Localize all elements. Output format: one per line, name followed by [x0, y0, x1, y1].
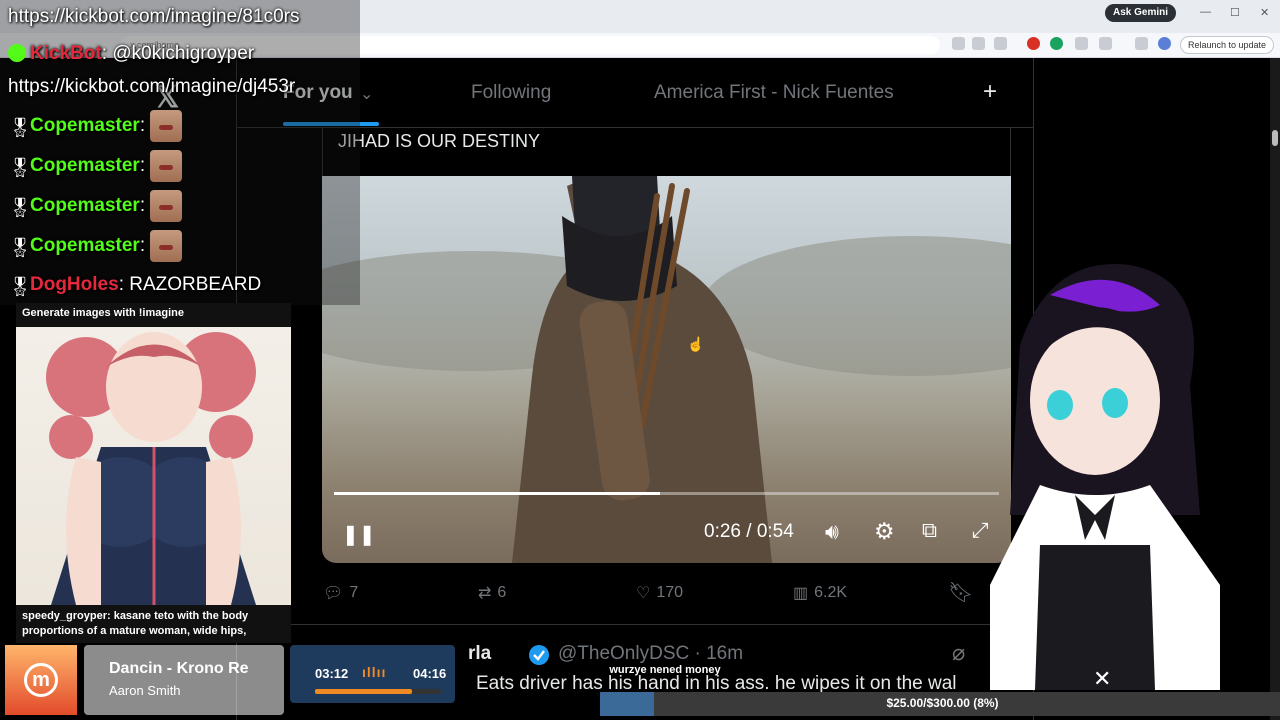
add-tab-icon[interactable]: + [983, 78, 997, 106]
bookmark-star-icon[interactable] [994, 37, 1007, 50]
vtuber-avatar [990, 264, 1220, 690]
scrollbar-thumb[interactable] [1272, 130, 1278, 146]
imagine-caption: speedy_groyper: kasane teto with the bod… [22, 610, 249, 637]
chat-badge-icon: 🎖︎ [8, 158, 33, 180]
grammarly-icon[interactable] [1050, 37, 1063, 50]
song-artist: Aaron Smith [109, 683, 181, 698]
song-title: Dancin - Krono Re [109, 660, 249, 677]
view-count: 6.2K [814, 584, 848, 602]
grok-icon[interactable]: ⌀ [952, 640, 965, 666]
tweet-separator [236, 624, 1033, 625]
chevron-down-icon[interactable]: ⌄ [360, 84, 373, 104]
next-tweet-author[interactable]: rla [468, 643, 491, 665]
volume-icon[interactable]: 🔊︎ [825, 519, 839, 545]
music-logo-icon: m [24, 663, 58, 697]
chat-emote [150, 190, 183, 222]
donation-goal-text: $25.00/$300.00 (8%) [886, 696, 999, 710]
chat-username: DogHoles [30, 274, 119, 295]
chat-message: https://kickbot.com/imagine/dj453r [8, 76, 295, 98]
extension-icon[interactable] [1075, 37, 1088, 50]
chat-emote [150, 110, 183, 142]
chat-message: 🎖︎DogHoles: RAZORBEARD [8, 274, 262, 298]
video-progress-fill [334, 492, 660, 495]
verified-badge-icon [529, 645, 549, 665]
ask-gemini-button[interactable]: Ask Gemini [1105, 4, 1177, 22]
reply-button[interactable]: 💬︎ 7 [323, 583, 358, 603]
chat-text: https://kickbot.com/imagine/81c0rs [8, 6, 300, 27]
reply-count: 7 [349, 584, 359, 602]
imagine-panel: Generate images with !imagine speedy_gro… [16, 303, 291, 643]
pause-icon[interactable]: ❚❚ [342, 522, 376, 547]
chat-message: https://kickbot.com/imagine/81c0rs [8, 6, 299, 28]
bookmark-icon[interactable]: 🔖︎ [948, 580, 973, 605]
equalizer-icon: ıllıı [362, 664, 387, 680]
chat-badge-icon [8, 44, 26, 62]
imagine-title: Generate images with !imagine [22, 307, 184, 319]
cast-icon[interactable] [972, 37, 985, 50]
next-tweet-handle[interactable]: @TheOnlyDSC · 16m [558, 643, 743, 665]
repost-icon: ⇄ [478, 585, 492, 602]
chat-text: https://kickbot.com/imagine/dj453r [8, 76, 296, 97]
chat-text: : [139, 235, 146, 257]
views-button[interactable]: ▥ 6.2K [793, 583, 847, 603]
menu-lines-icon[interactable] [1135, 37, 1148, 50]
minimize-icon[interactable]: — [1200, 6, 1211, 18]
puzzle-icon[interactable] [1099, 37, 1112, 50]
reply-icon: 💬︎ [323, 585, 344, 602]
video-time: 0:26 / 0:54 [704, 521, 794, 542]
chat-username: KickBot [30, 43, 102, 64]
picture-in-picture-icon[interactable]: ⧉ [922, 519, 937, 543]
like-count: 170 [656, 584, 684, 602]
relaunch-button[interactable]: Relaunch to update [1180, 36, 1275, 54]
chat-message: KickBot: @k0kichigroyper [8, 43, 254, 65]
album-art: m [5, 645, 77, 715]
chat-badge-icon: 🎖︎ [8, 118, 33, 140]
chat-text: : RAZORBEARD [118, 274, 262, 295]
repost-count: 6 [497, 584, 507, 602]
heart-icon: ♡ [636, 585, 651, 602]
avatar-close-icon[interactable]: ✕ [1093, 666, 1111, 692]
settings-gear-icon[interactable]: ⚙ [874, 518, 895, 545]
chat-text: : [139, 115, 146, 137]
profile-avatar-icon[interactable] [1158, 37, 1171, 50]
chat-text: : @k0kichigroyper [101, 43, 255, 64]
chat-text: : [139, 155, 146, 177]
chat-username: Copemaster [30, 195, 140, 217]
analytics-bars-icon: ▥ [793, 585, 809, 602]
like-button[interactable]: ♡ 170 [636, 583, 683, 603]
tab-following[interactable]: Following [471, 82, 551, 104]
chat-badge-icon: 🎖︎ [8, 238, 33, 260]
adblock-icon[interactable] [1027, 37, 1040, 50]
page-scrollbar[interactable] [1270, 58, 1280, 720]
tweet-text: JIHAD IS OUR DESTINY [338, 131, 541, 151]
chat-message: 🎖︎Copemaster: [8, 110, 183, 142]
mouse-cursor-icon: ☝ [687, 336, 705, 352]
zoom-icon[interactable] [952, 37, 965, 50]
now-playing-card [84, 645, 284, 715]
chat-message: 🎖︎Copemaster: [8, 230, 183, 262]
chat-message: 🎖︎Copemaster: [8, 190, 183, 222]
tab-america-first[interactable]: America First - Nick Fuentes [654, 82, 894, 104]
song-progress-fill [315, 689, 413, 694]
maximize-icon[interactable]: ☐ [1230, 6, 1240, 19]
repost-button[interactable]: ⇄ 6 [478, 583, 506, 603]
chat-emote [150, 150, 183, 182]
chat-username: Copemaster [30, 155, 140, 177]
chat-username: Copemaster [30, 115, 140, 137]
close-window-icon[interactable]: ✕ [1260, 6, 1269, 19]
chat-username: Copemaster [30, 235, 140, 257]
tweet-video[interactable]: ❚❚ 0:26 / 0:54 🔊︎ ⚙ ⧉ ⤢ ☝ [322, 176, 1011, 563]
donation-alert: wurzye nened money [609, 664, 721, 676]
chat-emote [150, 230, 183, 262]
chat-message: 🎖︎Copemaster: [8, 150, 183, 182]
generated-image [16, 327, 291, 605]
chat-text: : [139, 195, 146, 217]
chat-badge-icon: 🎖︎ [8, 198, 33, 220]
song-total: 04:16 [413, 666, 447, 681]
chat-badge-icon: 🎖︎ [8, 277, 33, 298]
video-figure [512, 176, 772, 563]
song-elapsed: 03:12 [315, 666, 349, 681]
